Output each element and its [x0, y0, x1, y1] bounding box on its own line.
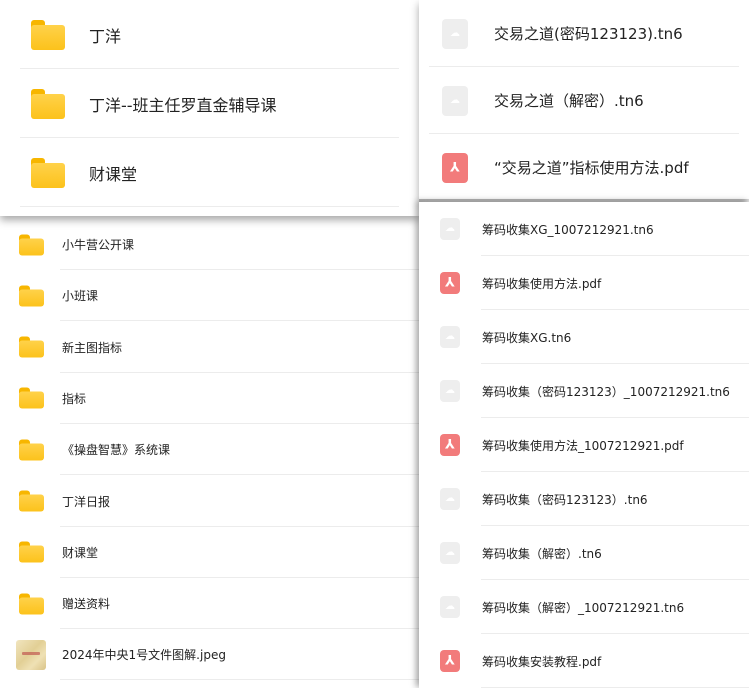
file-name: 筹码收集安装教程.pdf [482, 654, 602, 669]
file-name: 财课堂 [89, 164, 138, 184]
file-name: 2024年中央1号文件图解.jpeg [62, 648, 226, 663]
image-thumbnail-icon [16, 639, 46, 670]
file-name: 财课堂 [62, 545, 99, 560]
folder-row[interactable]: 指标 [0, 373, 419, 424]
file-row[interactable]: ☁ 筹码收集（密码123123）_1007212921.tn6 [419, 364, 749, 418]
file-row[interactable]: ⅄ 筹码收集安装教程.pdf [419, 634, 749, 688]
folder-icon [19, 234, 44, 255]
folder-row[interactable]: 小牛营公开课 [0, 219, 419, 270]
folder-icon [31, 157, 65, 188]
file-name: 赠送资料 [62, 597, 111, 612]
file-name: 筹码收集使用方法.pdf [482, 276, 602, 291]
bottom-right-file-list: ☁ 筹码收集XG_1007212921.tn6 ⅄ 筹码收集使用方法.pdf ☁ 筹码收集… [419, 202, 749, 688]
bottom-left-file-list: 小牛营公开课 小班课新主图指标指标《操盘智慧》系统课 丁洋日报财课堂赠送资料 2024… [0, 219, 419, 688]
file-row[interactable]: ☁ 筹码收集（密码123123）.tn6 [419, 472, 749, 526]
file-name: 筹码收集（解密）_1007212921.tn6 [482, 600, 685, 615]
file-row[interactable]: ⅄ “交易之道”指标使用方法.pdf [419, 134, 749, 199]
document-file-icon: ☁ [442, 85, 468, 116]
folder-icon [31, 88, 65, 119]
file-row[interactable]: ☁ 筹码收集（解密）.tn6 [419, 526, 749, 580]
folder-icon [31, 19, 65, 50]
document-file-icon: ☁ [440, 542, 460, 564]
file-row[interactable]: ☁ 筹码收集XG_1007212921.tn6 [419, 202, 749, 256]
file-name: 《操盘智慧》系统课 [62, 443, 171, 458]
file-name: 新主图指标 [62, 340, 123, 355]
file-row[interactable]: ☁ 筹码收集（解密）_1007212921.tn6 [419, 580, 749, 634]
folder-row[interactable]: 小班课 [0, 270, 419, 322]
folder-row[interactable]: 赠送资料 [0, 578, 419, 630]
folder-row[interactable]: 《操盘智慧》系统课 [0, 424, 419, 476]
file-name: 筹码收集使用方法_1007212921.pdf [482, 438, 684, 453]
folder-row[interactable]: 丁洋日报 [0, 476, 419, 527]
folder-icon [19, 593, 44, 615]
file-name: 小班课 [62, 289, 99, 304]
folder-row[interactable]: 丁洋--班主任罗直金辅导课 [0, 69, 419, 138]
file-name: “交易之道”指标使用方法.pdf [494, 159, 689, 177]
folder-icon [19, 439, 44, 461]
file-name: 筹码收集XG_1007212921.tn6 [482, 222, 654, 237]
folder-row[interactable]: 财课堂 [0, 138, 419, 207]
file-row[interactable]: ⅄ 筹码收集使用方法.pdf [419, 256, 749, 310]
document-file-icon: ☁ [440, 380, 460, 402]
top-right-file-list: ☁ 交易之道(密码123123).tn6 ☁ 交易之道（解密）.tn6 ⅄ “交易之道”指… [419, 0, 749, 199]
folder-icon [19, 336, 44, 358]
document-file-icon: ☁ [442, 18, 468, 49]
folder-icon [19, 541, 44, 563]
file-row[interactable]: ⅄ 筹码收集使用方法_1007212921.pdf [419, 418, 749, 472]
file-row[interactable]: 2024年中央1号文件图解.jpeg [0, 629, 419, 681]
top-left-file-list: 丁洋丁洋--班主任罗直金辅导课 财课堂 [0, 0, 419, 216]
folder-row[interactable]: 新主图指标 [0, 322, 419, 373]
file-name: 交易之道(密码123123).tn6 [494, 25, 683, 43]
file-name: 丁洋日报 [62, 494, 111, 509]
file-name: 小牛营公开课 [62, 238, 135, 252]
file-name: 筹码收集（解密）.tn6 [482, 546, 602, 561]
pdf-file-icon: ⅄ [440, 650, 460, 672]
file-name: 筹码收集XG.tn6 [482, 330, 572, 345]
pdf-file-icon: ⅄ [440, 434, 460, 456]
document-file-icon: ☁ [440, 326, 460, 348]
folder-icon [19, 285, 44, 307]
folder-icon [19, 387, 44, 409]
file-row[interactable]: ☁ 筹码收集XG.tn6 [419, 310, 749, 364]
document-file-icon: ☁ [440, 596, 460, 618]
document-file-icon: ☁ [440, 218, 460, 240]
file-name: 筹码收集（密码123123）.tn6 [482, 492, 648, 507]
pdf-file-icon: ⅄ [440, 272, 460, 294]
file-row[interactable]: ☁ 交易之道（解密）.tn6 [419, 67, 749, 134]
file-name: 指标 [62, 391, 87, 406]
folder-row[interactable]: 丁洋 [0, 0, 419, 69]
file-name: 交易之道（解密）.tn6 [494, 92, 644, 110]
file-row[interactable]: ☁ 交易之道(密码123123).tn6 [419, 0, 749, 67]
document-file-icon: ☁ [440, 488, 460, 510]
file-name: 丁洋 [89, 26, 122, 46]
file-name: 筹码收集（密码123123）_1007212921.tn6 [482, 384, 730, 399]
folder-row[interactable]: 财课堂 [0, 527, 419, 578]
file-name: 丁洋--班主任罗直金辅导课 [89, 95, 277, 115]
folder-icon [19, 490, 44, 512]
pdf-file-icon: ⅄ [442, 152, 468, 183]
